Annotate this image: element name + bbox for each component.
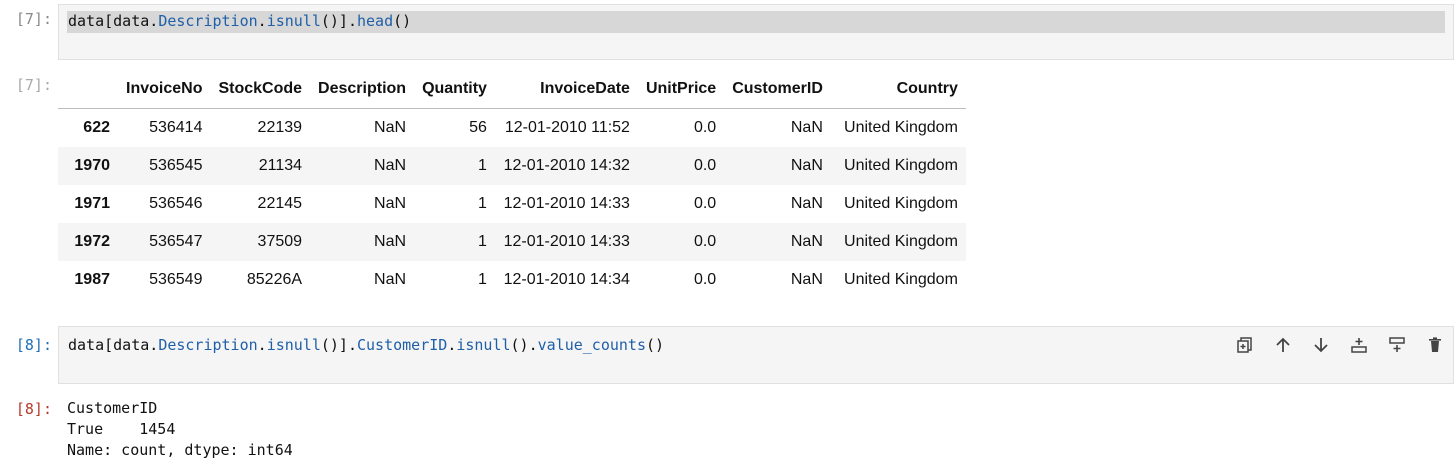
code-token: () <box>646 336 665 354</box>
duplicate-icon[interactable] <box>1233 333 1257 357</box>
table-cell: United Kingdom <box>844 233 958 250</box>
table-cell: 12-01-2010 14:34 <box>503 271 630 288</box>
table-cell: United Kingdom <box>844 195 958 212</box>
table-row: 622 536414 22139 NaN 56 12-01-2010 11:52… <box>58 109 966 148</box>
table-cell: 536547 <box>149 233 203 250</box>
table-cell: 12-01-2010 14:32 <box>503 157 630 174</box>
insert-above-icon[interactable] <box>1347 333 1371 357</box>
table-cell: 1 <box>478 157 487 174</box>
table-cell: NaN <box>374 271 407 288</box>
table-cell: NaN <box>790 233 823 250</box>
table-cell: 0.0 <box>693 195 717 212</box>
table-cell: 536549 <box>149 271 203 288</box>
code-token: isnull <box>456 336 511 354</box>
table-cell: 1 <box>478 233 487 250</box>
insert-below-icon[interactable] <box>1385 333 1409 357</box>
code-token: Description <box>158 336 258 354</box>
cell7-output-prompt: [7]: <box>15 76 52 94</box>
output-line: True 1454 <box>67 420 176 438</box>
code-token: () <box>393 12 412 30</box>
code-token: (). <box>510 336 538 354</box>
table-row: 1972 536547 37509 NaN 1 12-01-2010 14:33… <box>58 223 966 261</box>
code-token: ()]. <box>320 12 357 30</box>
code-token: Description <box>158 12 258 30</box>
table-header-cell: Description <box>310 70 415 109</box>
code-token: data[data. <box>68 12 159 30</box>
table-cell: 12-01-2010 11:52 <box>504 119 630 136</box>
table-cell: United Kingdom <box>844 119 958 136</box>
table-cell: 1 <box>478 195 487 212</box>
table-cell: 0.0 <box>693 271 717 288</box>
table-row: 1970 536545 21134 NaN 1 12-01-2010 14:32… <box>58 147 966 185</box>
table-header-cell: Quantity <box>414 70 495 109</box>
code-token: . <box>257 336 267 354</box>
table-row: 1987 536549 85226A NaN 1 12-01-2010 14:3… <box>58 261 966 299</box>
table-cell: NaN <box>374 233 407 250</box>
table-cell: 536414 <box>149 119 203 136</box>
row-index: 622 <box>83 119 110 136</box>
table-cell: 22145 <box>257 195 303 212</box>
table-cell: United Kingdom <box>844 157 958 174</box>
move-down-icon[interactable] <box>1309 333 1333 357</box>
table-cell: NaN <box>374 195 407 212</box>
table-header-cell: StockCode <box>210 70 311 109</box>
table-cell: 56 <box>469 119 487 136</box>
code-token: CustomerID <box>357 336 448 354</box>
cell8-code-line: data[data.Description.isnull()].Customer… <box>68 336 664 354</box>
dataframe-table: InvoiceNo StockCode Description Quantity… <box>58 70 966 299</box>
code-token: value_counts <box>537 336 646 354</box>
table-cell: NaN <box>790 119 823 136</box>
cell8-code-editor[interactable]: data[data.Description.isnull()].Customer… <box>58 326 1454 384</box>
table-header-cell: InvoiceNo <box>118 70 211 109</box>
row-index: 1970 <box>74 157 110 174</box>
cell-toolbar <box>1233 333 1447 357</box>
table-cell: 37509 <box>257 233 303 250</box>
table-cell: 12-01-2010 14:33 <box>503 195 630 212</box>
code-token: ()]. <box>320 336 357 354</box>
table-cell: 536546 <box>149 195 203 212</box>
table-cell: 85226A <box>246 271 303 288</box>
table-cell: NaN <box>374 119 407 136</box>
code-token: isnull <box>266 336 321 354</box>
table-cell: 0.0 <box>693 157 717 174</box>
cell8-input-prompt: [8]: <box>15 336 52 354</box>
delete-icon[interactable] <box>1423 333 1447 357</box>
cell7-code-editor[interactable]: data[data.Description.isnull()].head() <box>58 4 1454 60</box>
table-header-cell: InvoiceDate <box>494 70 638 109</box>
move-up-icon[interactable] <box>1271 333 1295 357</box>
table-header-cell <box>58 70 118 109</box>
table-cell: NaN <box>790 195 823 212</box>
output-line: Name: count, dtype: int64 <box>67 441 293 459</box>
table-cell: 536545 <box>149 157 203 174</box>
table-cell: 0.0 <box>693 119 717 136</box>
code-token: head <box>357 12 394 30</box>
cell7-code-line: data[data.Description.isnull()].head() <box>59 11 1445 33</box>
table-row: 1971 536546 22145 NaN 1 12-01-2010 14:33… <box>58 185 966 223</box>
cell8-output-prompt: [8]: <box>15 400 52 418</box>
table-cell: 12-01-2010 14:33 <box>503 233 630 250</box>
code-token: . <box>257 12 267 30</box>
output-line: CustomerID <box>67 399 158 417</box>
table-cell: United Kingdom <box>844 271 958 288</box>
table-header-row: InvoiceNo StockCode Description Quantity… <box>58 70 966 109</box>
table-cell: NaN <box>790 271 823 288</box>
cell7-input-prompt: [7]: <box>15 10 52 28</box>
table-header-cell: Country <box>830 70 966 109</box>
row-index: 1971 <box>74 195 110 212</box>
table-cell: 1 <box>478 271 487 288</box>
table-cell: 21134 <box>258 157 303 174</box>
table-cell: NaN <box>374 157 407 174</box>
table-header-cell: CustomerID <box>724 70 831 109</box>
code-token: data[data. <box>68 336 159 354</box>
table-cell: NaN <box>790 157 823 174</box>
table-cell: 22139 <box>257 119 303 136</box>
table-header-cell: UnitPrice <box>637 70 725 109</box>
row-index: 1972 <box>74 233 110 250</box>
code-token: . <box>447 336 457 354</box>
code-token: isnull <box>266 12 321 30</box>
row-index: 1987 <box>74 271 110 288</box>
cell8-output: CustomerID True 1454 Name: count, dtype: i… <box>67 398 293 461</box>
table-cell: 0.0 <box>693 233 717 250</box>
